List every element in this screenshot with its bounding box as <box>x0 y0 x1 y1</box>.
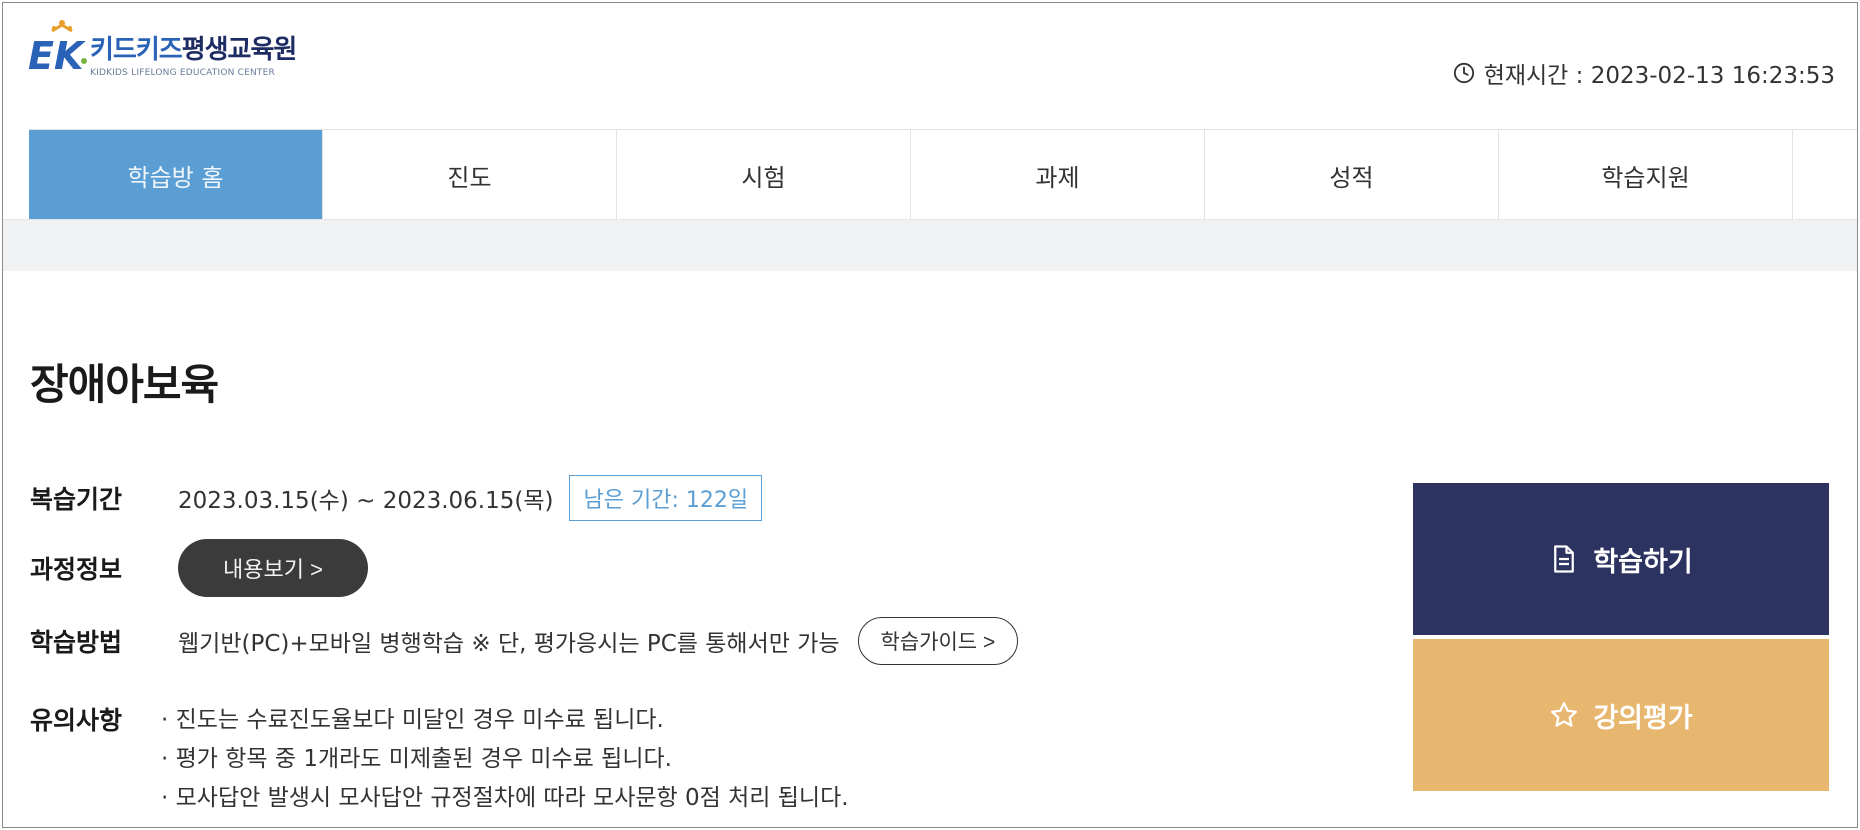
nav-tab-grades[interactable]: 성적 <box>1205 130 1499 220</box>
brand-title-part1: 키드키즈 <box>90 35 183 65</box>
clock-icon <box>1453 62 1474 84</box>
view-content-button[interactable]: 내용보기 > <box>178 539 368 597</box>
svg-text:EK: EK <box>28 34 86 77</box>
note-item: · 모사답안 발생시 모사답안 규정절차에 따라 모사문항 0점 처리 됩니다. <box>161 785 849 811</box>
start-study-button[interactable]: 학습하기 <box>1413 483 1829 635</box>
nav-filler <box>1793 130 1857 219</box>
main-nav: 학습방 홈 진도 시험 과제 성적 학습지원 <box>29 129 1857 220</box>
current-time-label: 현재시간 : 2023-02-13 16:23:53 <box>1483 63 1835 89</box>
notes-list: · 진도는 수료진도율보다 미달인 경우 미수료 됩니다. · 평가 항목 중 … <box>161 701 849 818</box>
nav-tab-home[interactable]: 학습방 홈 <box>29 130 323 220</box>
study-method-label: 학습방법 <box>30 628 123 657</box>
review-period-label: 복습기간 <box>30 485 123 514</box>
brand-title: 키드키즈평생교육원 <box>90 29 298 66</box>
logo-text: 키드키즈평생교육원 KIDKIDS LIFELONG EDUCATION CEN… <box>90 29 298 78</box>
star-icon <box>1551 702 1578 727</box>
course-info-label: 과정정보 <box>30 555 123 584</box>
study-method-row: 학습방법 웹기반(PC)+모바일 병행학습 ※ 단, 평가응시는 PC를 통해서… <box>30 617 1019 665</box>
brand-subtitle: KIDKIDS LIFELONG EDUCATION CENTER <box>90 68 275 78</box>
document-icon <box>1554 545 1575 573</box>
divider-band <box>3 219 1857 271</box>
nav-tab-support[interactable]: 학습지원 <box>1499 130 1793 220</box>
course-evaluation-button[interactable]: 강의평가 <box>1413 639 1829 791</box>
current-time: 현재시간 : 2023-02-13 16:23:53 <box>1453 56 1835 90</box>
course-title: 장애아보육 <box>30 360 219 409</box>
course-info-row: 과정정보 내용보기 > <box>30 539 368 597</box>
nav-tab-assignment[interactable]: 과제 <box>911 130 1205 220</box>
nav-tab-exam[interactable]: 시험 <box>617 130 911 220</box>
site-logo[interactable]: EK 키드키즈평생교육원 KIDKIDS LIFELONG EDUCATION … <box>28 17 298 78</box>
study-guide-button[interactable]: 학습가이드 > <box>857 617 1019 665</box>
study-method-text: 웹기반(PC)+모바일 병행학습 ※ 단, 평가응시는 PC를 통해서만 가능 <box>178 631 840 657</box>
nav-tab-progress[interactable]: 진도 <box>323 130 617 220</box>
start-study-label: 학습하기 <box>1593 546 1693 578</box>
remaining-period-badge: 남은 기간: 122일 <box>569 475 763 521</box>
review-period-row: 복습기간 2023.03.15(수) ~ 2023.06.15(목) 남은 기간… <box>30 475 763 521</box>
note-item: · 진도는 수료진도율보다 미달인 경우 미수료 됩니다. <box>161 707 664 733</box>
review-period-value: 2023.03.15(수) ~ 2023.06.15(목) <box>178 488 554 514</box>
page-frame: EK 키드키즈평생교육원 KIDKIDS LIFELONG EDUCATION … <box>2 2 1858 828</box>
header: EK 키드키즈평생교육원 KIDKIDS LIFELONG EDUCATION … <box>3 3 1857 129</box>
course-evaluation-label: 강의평가 <box>1593 702 1693 734</box>
brand-title-part2: 평생교육원 <box>181 35 298 65</box>
note-item: · 평가 항목 중 1개라도 미제출된 경우 미수료 됩니다. <box>161 746 672 772</box>
logo-mark-icon: EK <box>28 17 87 77</box>
notes-label: 유의사항 <box>30 706 123 735</box>
